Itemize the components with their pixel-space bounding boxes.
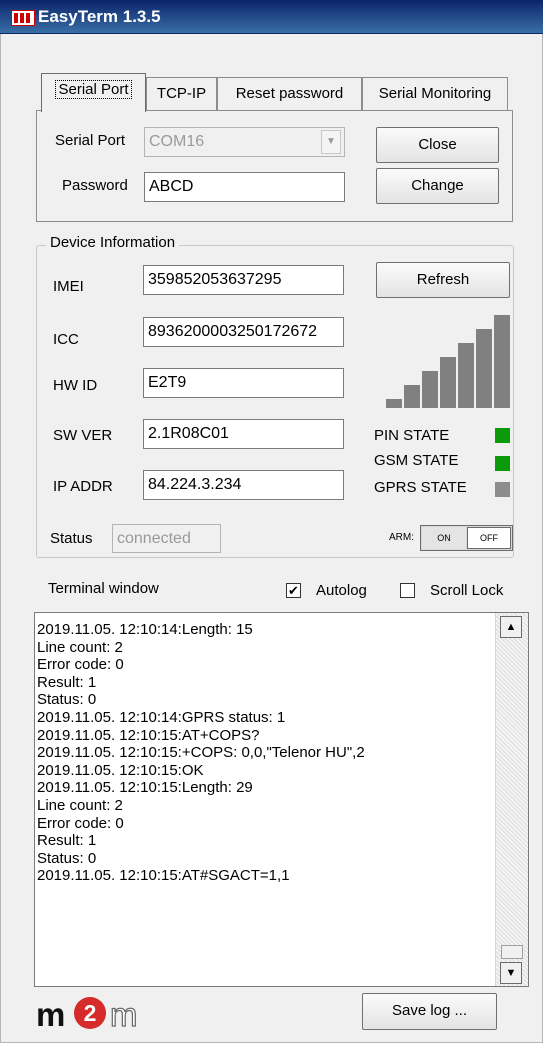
scroll-lock-checkbox[interactable] <box>400 583 415 598</box>
signal-bar <box>458 343 474 408</box>
terminal-window-label: Terminal window <box>48 580 159 597</box>
tab-reset-password[interactable]: Reset password <box>217 77 362 111</box>
ip-addr-label: IP ADDR <box>53 478 113 495</box>
gsm-state-label: GSM STATE <box>374 452 459 469</box>
log-line: Status: 0 <box>37 849 97 867</box>
signal-bar <box>440 357 456 408</box>
scroll-lock-label: Scroll Lock <box>430 582 504 599</box>
password-field[interactable]: ABCD <box>144 172 345 202</box>
m2m-logo: m 2 m <box>36 995 138 1033</box>
log-line: 2019.11.05. 12:10:15:OK <box>37 761 204 779</box>
log-line: 2019.11.05. 12:10:15:+COPS: 0,0,"Telenor… <box>37 744 365 762</box>
log-line: Result: 1 <box>37 673 97 691</box>
chevron-down-icon[interactable]: ▼ <box>321 130 341 154</box>
app-icon <box>11 10 35 26</box>
ip-addr-field[interactable]: 84.224.3.234 <box>143 470 344 500</box>
icc-label: ICC <box>53 331 79 348</box>
imei-field[interactable]: 359852053637295 <box>143 265 344 295</box>
scrollbar-thumb[interactable] <box>501 945 523 959</box>
terminal-log-text: 2019.11.05. 12:10:14:Length: 15 Line coun… <box>37 621 492 885</box>
log-line: 2019.11.05. 12:10:14:Length: 15 <box>37 621 253 638</box>
sw-ver-field[interactable]: 2.1R08C01 <box>143 419 344 449</box>
autolog-label: Autolog <box>316 582 367 599</box>
gsm-state-indicator <box>495 456 510 471</box>
signal-bar <box>494 315 510 408</box>
change-button[interactable]: Change <box>376 168 499 204</box>
arm-on-option[interactable]: ON <box>422 527 466 549</box>
terminal-scrollbar[interactable] <box>495 613 528 986</box>
serial-port-select[interactable]: COM16 <box>144 127 345 157</box>
save-log-button[interactable]: Save log ... <box>362 993 497 1030</box>
serial-port-label: Serial Port <box>55 132 126 149</box>
log-line: Line count: 2 <box>37 638 123 656</box>
signal-bar <box>386 399 402 408</box>
device-information-title: Device Information <box>46 234 180 251</box>
signal-bar <box>422 371 438 408</box>
log-line: Error code: 0 <box>37 656 124 674</box>
log-line: 2019.11.05. 12:10:14:GPRS status: 1 <box>37 708 286 726</box>
imei-label: IMEI <box>53 278 84 295</box>
sw-ver-label: SW VER <box>53 427 113 444</box>
gprs-state-indicator <box>495 482 510 497</box>
hw-id-label: HW ID <box>53 377 98 394</box>
icc-field[interactable]: 8936200003250172672 <box>143 317 344 347</box>
password-label: Password <box>62 177 128 194</box>
pin-state-label: PIN STATE <box>374 427 450 444</box>
log-line: Line count: 2 <box>37 796 123 814</box>
signal-bar <box>476 329 492 408</box>
hw-id-field[interactable]: E2T9 <box>143 368 344 398</box>
log-line: Status: 0 <box>37 691 97 709</box>
log-line: 2019.11.05. 12:10:15:AT+COPS? <box>37 726 260 744</box>
refresh-button[interactable]: Refresh <box>376 262 510 298</box>
arrow-down-icon[interactable]: ▼ <box>500 962 522 984</box>
tab-serial-monitoring[interactable]: Serial Monitoring <box>362 77 508 111</box>
arm-off-option[interactable]: OFF <box>467 527 511 549</box>
arm-label: ARM: <box>389 532 414 543</box>
log-line: 2019.11.05. 12:10:15:Length: 29 <box>37 779 253 797</box>
status-label: Status <box>50 530 93 547</box>
gprs-state-label: GPRS STATE <box>374 479 467 496</box>
arrow-up-icon[interactable]: ▲ <box>500 616 522 638</box>
log-line: 2019.11.05. 12:10:15:AT#SGACT=1,1 <box>37 867 290 885</box>
close-button[interactable]: Close <box>376 127 499 163</box>
tab-serial-port[interactable]: Serial Port <box>41 73 146 112</box>
status-field: connected <box>112 524 221 553</box>
signal-bar <box>404 385 420 408</box>
tab-tcp-ip[interactable]: TCP-IP <box>146 77 217 111</box>
autolog-checkbox[interactable]: ✔ <box>286 583 301 598</box>
window-title: EasyTerm 1.3.5 <box>38 7 161 26</box>
log-line: Error code: 0 <box>37 814 124 832</box>
pin-state-indicator <box>495 428 510 443</box>
log-line: Result: 1 <box>37 832 97 850</box>
